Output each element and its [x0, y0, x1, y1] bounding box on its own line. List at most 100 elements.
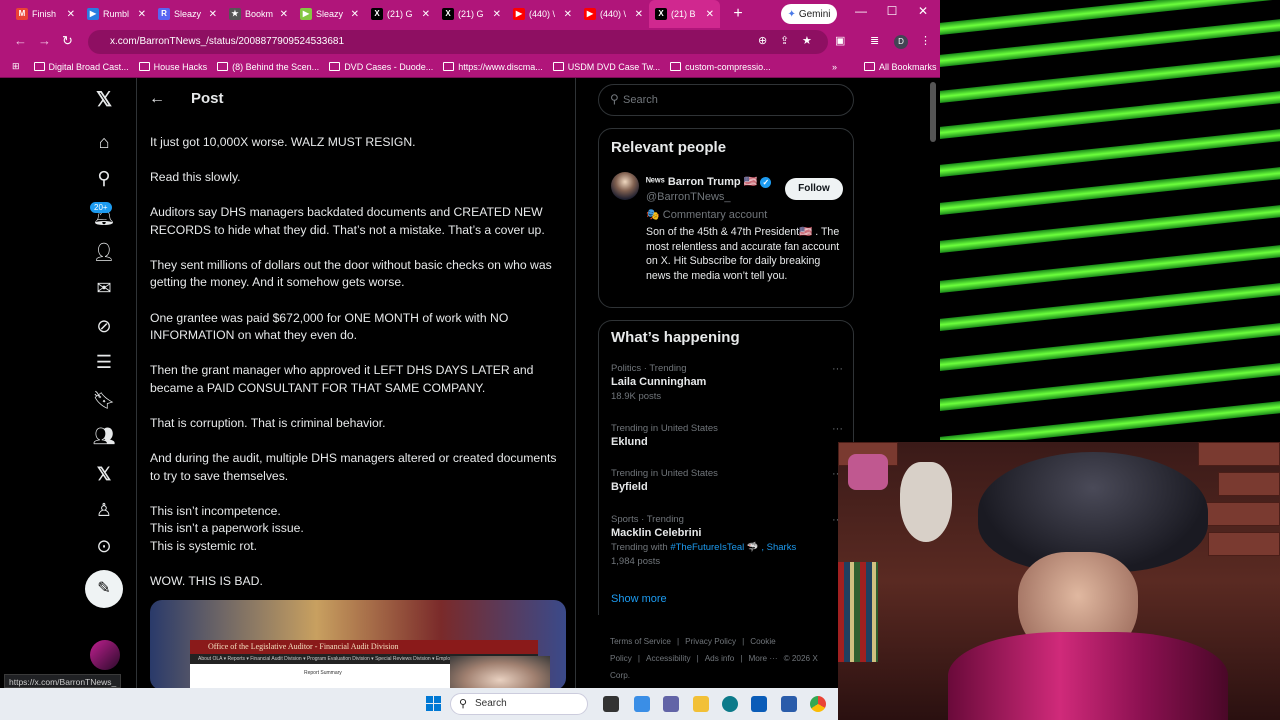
trend-item[interactable]: Sports · Trending Macklin Celebrini Tren…	[611, 514, 847, 567]
footer-link[interactable]: More ···	[748, 654, 777, 663]
tab-label: (440) \	[600, 9, 627, 19]
bookmark-icon	[217, 62, 229, 71]
communities-icon[interactable]: 👥︎	[92, 424, 116, 448]
minimize-icon[interactable]: —	[851, 4, 871, 18]
back-icon[interactable]: ←	[14, 33, 27, 48]
bookmark-star-icon[interactable]: ★	[802, 34, 812, 47]
youtube-icon: ▶	[513, 8, 525, 20]
maximize-icon[interactable]: ☐	[882, 4, 902, 18]
bookmarks-icon[interactable]: 🔖︎	[92, 388, 116, 412]
bookmark-item[interactable]: https://www.discma...	[443, 62, 543, 72]
close-tab-icon[interactable]: ✕	[351, 9, 359, 20]
close-tab-icon[interactable]: ✕	[280, 9, 288, 20]
zoom-icon[interactable]: ⊕	[758, 34, 767, 47]
follow-icon[interactable]: 👤︎	[92, 240, 116, 264]
browser-tab[interactable]: M Finish ✕	[10, 0, 81, 28]
apps-grid-icon[interactable]: ⊞	[12, 61, 20, 72]
x-logo-icon[interactable]: 𝕏	[92, 88, 116, 112]
browser-tab[interactable]: X (21) G ✕	[436, 0, 507, 28]
trend-hashtags[interactable]: #TheFutureIsTeal 🦈 , Sharks	[670, 542, 796, 553]
trend-item[interactable]: Trending in United States Eklund ···	[611, 423, 847, 448]
install-icon[interactable]: ⇪	[780, 34, 789, 47]
show-more-link[interactable]: Show more	[611, 593, 667, 605]
bookmark-item[interactable]: Digital Broad Cast...	[33, 62, 129, 72]
footer-link[interactable]: Terms of Service	[610, 637, 671, 646]
profile-avatar[interactable]: D	[894, 35, 908, 49]
outlook-icon[interactable]	[781, 696, 797, 712]
back-arrow-icon[interactable]: ←	[149, 90, 165, 108]
edge-icon[interactable]	[722, 696, 738, 712]
media-controls-icon[interactable]: ≣	[870, 34, 879, 47]
browser-tab[interactable]: R Sleazy ✕	[152, 0, 223, 28]
browser-tab[interactable]: ▶ (440) \ ✕	[578, 0, 649, 28]
footer-separator: |	[637, 654, 640, 663]
browser-tab[interactable]: X (21) G ✕	[365, 0, 436, 28]
gemini-button[interactable]: ✦ Gemini	[781, 4, 837, 24]
teams-icon[interactable]	[663, 696, 679, 712]
media-banner: Office of the Legislative Auditor - Fina…	[190, 640, 538, 654]
bookmark-item[interactable]: (8) Behind the Scen...	[217, 62, 319, 72]
all-bookmarks[interactable]: All Bookmarks	[864, 62, 937, 72]
trend-item[interactable]: Politics · Trending Laila Cunningham 18.…	[611, 363, 847, 402]
browser-tab[interactable]: ▶ Sleazy ✕	[294, 0, 365, 28]
bookmark-item[interactable]: House Hacks	[138, 62, 207, 72]
file-explorer-icon[interactable]	[693, 696, 709, 712]
close-tab-icon[interactable]: ✕	[635, 9, 643, 20]
messages-icon[interactable]: ✉	[92, 276, 116, 300]
person-name[interactable]: ᴺᵉʷˢ Barron Trump 🇺🇸 ✓	[646, 175, 772, 188]
footer-link[interactable]: Ads info	[705, 654, 735, 663]
browser-tab[interactable]: ▶ Rumbl ✕	[81, 0, 152, 28]
more-options-icon[interactable]: ···	[832, 423, 843, 435]
premium-x-icon[interactable]: 𝕏	[92, 462, 116, 486]
browser-tab[interactable]: X (21) B ✕	[649, 0, 720, 28]
browser-tab[interactable]: ★ Bookm ✕	[223, 0, 294, 28]
profile-icon[interactable]: ♙	[92, 498, 116, 522]
address-bar[interactable]: x.com/BarronTNews_/status/20088779095245…	[88, 30, 828, 54]
reload-icon[interactable]: ↻	[62, 33, 73, 49]
copilot-icon[interactable]	[634, 696, 650, 712]
bookmark-item[interactable]: custom-compressio...	[670, 62, 771, 72]
more-icon[interactable]: ⊙	[92, 534, 116, 558]
close-tab-icon[interactable]: ✕	[422, 9, 430, 20]
browser-tab[interactable]: ▶ (440) \ ✕	[507, 0, 578, 28]
taskbar-search[interactable]: ⚲ Search	[450, 693, 588, 715]
post-media-image[interactable]: Office of the Legislative Auditor - Fina…	[150, 600, 566, 688]
home-icon[interactable]: ⌂	[92, 130, 116, 154]
task-view-icon[interactable]	[603, 696, 619, 712]
more-options-icon[interactable]: ···	[832, 363, 843, 375]
trend-item[interactable]: Trending in United States Byfield ···	[611, 468, 847, 493]
store-icon[interactable]	[751, 696, 767, 712]
chrome-icon[interactable]	[810, 696, 826, 712]
windows-start-icon[interactable]	[426, 696, 442, 712]
close-tab-icon[interactable]: ✕	[138, 9, 146, 20]
new-tab-button[interactable]: +	[726, 2, 750, 26]
close-tab-icon[interactable]: ✕	[493, 9, 501, 20]
account-avatar[interactable]	[90, 640, 120, 670]
more-bookmarks-icon[interactable]: »	[832, 62, 837, 72]
follow-button[interactable]: Follow	[785, 178, 843, 200]
close-tab-icon[interactable]: ✕	[209, 9, 217, 20]
post-paragraph: Auditors say DHS managers backdated docu…	[150, 205, 545, 237]
x-icon: X	[655, 8, 667, 20]
footer-link[interactable]: Accessibility	[646, 654, 691, 663]
close-window-icon[interactable]: ✕	[913, 4, 933, 18]
explore-icon[interactable]: ⚲	[92, 166, 116, 190]
person-avatar[interactable]	[611, 172, 639, 200]
lists-icon[interactable]: ☰	[92, 350, 116, 374]
grok-icon[interactable]: ⊘	[92, 314, 116, 338]
bookmark-item[interactable]: DVD Cases - Duode...	[329, 62, 433, 72]
forward-icon[interactable]: →	[38, 33, 51, 48]
footer-link[interactable]: Privacy Policy	[685, 637, 736, 646]
left-nav: 𝕏 ⌂ ⚲ 🔔︎ 20+ 👤︎ ✉ ⊘ ☰ 🔖︎ 👥︎ 𝕏 ♙ ⊙ ✎	[82, 78, 126, 688]
compose-post-button[interactable]: ✎	[85, 570, 123, 608]
close-tab-icon[interactable]: ✕	[706, 9, 714, 20]
scrollbar[interactable]	[930, 82, 936, 142]
footer-separator: |	[676, 637, 680, 646]
cast-icon[interactable]: ▣	[835, 34, 845, 47]
close-tab-icon[interactable]: ✕	[564, 9, 572, 20]
search-input[interactable]: ⚲ Search	[598, 84, 854, 116]
search-icon: ⚲	[610, 92, 619, 106]
menu-icon[interactable]: ⋮	[920, 34, 931, 47]
close-tab-icon[interactable]: ✕	[67, 9, 75, 20]
bookmark-item[interactable]: USDM DVD Case Tw...	[552, 62, 660, 72]
